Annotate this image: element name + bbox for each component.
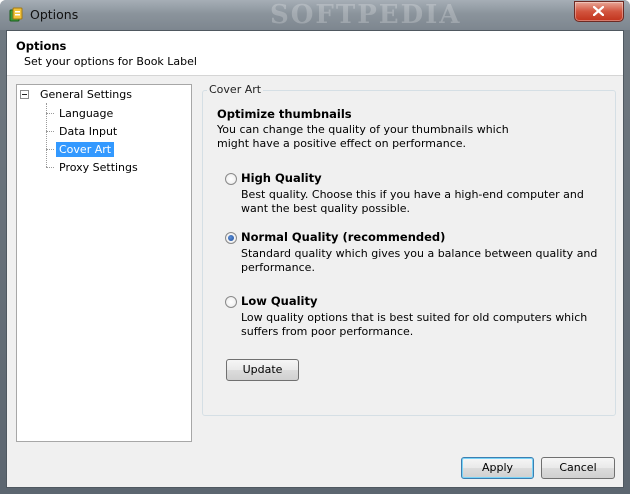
dialog-footer: Apply Cancel (7, 443, 623, 487)
normal-quality-label[interactable]: Normal Quality (recommended) (241, 230, 445, 244)
close-button[interactable] (574, 1, 624, 22)
cancel-button[interactable]: Cancel (541, 457, 615, 479)
app-icon (9, 7, 23, 22)
apply-button[interactable]: Apply (461, 457, 534, 479)
dialog-header: Options Set your options for Book Label (7, 31, 623, 76)
tree-item-proxy-settings[interactable]: Proxy Settings (56, 160, 141, 175)
dialog-client-area: Options Set your options for Book Label … (6, 30, 624, 488)
tree-connector (46, 149, 54, 150)
settings-tree[interactable]: General Settings Language Data Input Cov… (16, 84, 192, 442)
normal-quality-radio[interactable] (225, 232, 237, 244)
tree-connector (46, 113, 54, 114)
window-title: Options (30, 7, 79, 22)
tree-item-cover-art[interactable]: Cover Art (56, 142, 115, 157)
high-quality-description: Best quality. Choose this if you have a … (241, 188, 584, 215)
tree-root-general-settings[interactable]: General Settings (40, 88, 132, 101)
softpedia-watermark: SOFTPEDIA (270, 0, 462, 30)
low-quality-description: Low quality options that is best suited … (241, 311, 588, 338)
low-quality-label[interactable]: Low Quality (241, 294, 317, 308)
high-quality-radio[interactable] (225, 173, 237, 185)
tree-item-data-input[interactable]: Data Input (56, 124, 120, 139)
options-window: Options SOFTPEDIA Options Set your optio… (0, 0, 630, 494)
collapse-toggle-icon[interactable] (20, 90, 29, 99)
low-quality-radio[interactable] (225, 296, 237, 308)
tree-connector (46, 131, 54, 132)
close-icon (593, 6, 604, 16)
section-title: Optimize thumbnails (217, 107, 352, 121)
header-subtitle: Set your options for Book Label (24, 55, 197, 68)
tree-item-language[interactable]: Language (56, 106, 116, 121)
high-quality-label[interactable]: High Quality (241, 171, 322, 185)
header-title: Options (16, 39, 67, 53)
normal-quality-description: Standard quality which gives you a balan… (241, 247, 598, 274)
update-button[interactable]: Update (226, 359, 299, 381)
section-description: You can change the quality of your thumb… (217, 123, 509, 150)
tree-connector (46, 167, 54, 168)
title-bar[interactable]: Options SOFTPEDIA (0, 0, 630, 30)
group-label: Cover Art (207, 83, 264, 96)
